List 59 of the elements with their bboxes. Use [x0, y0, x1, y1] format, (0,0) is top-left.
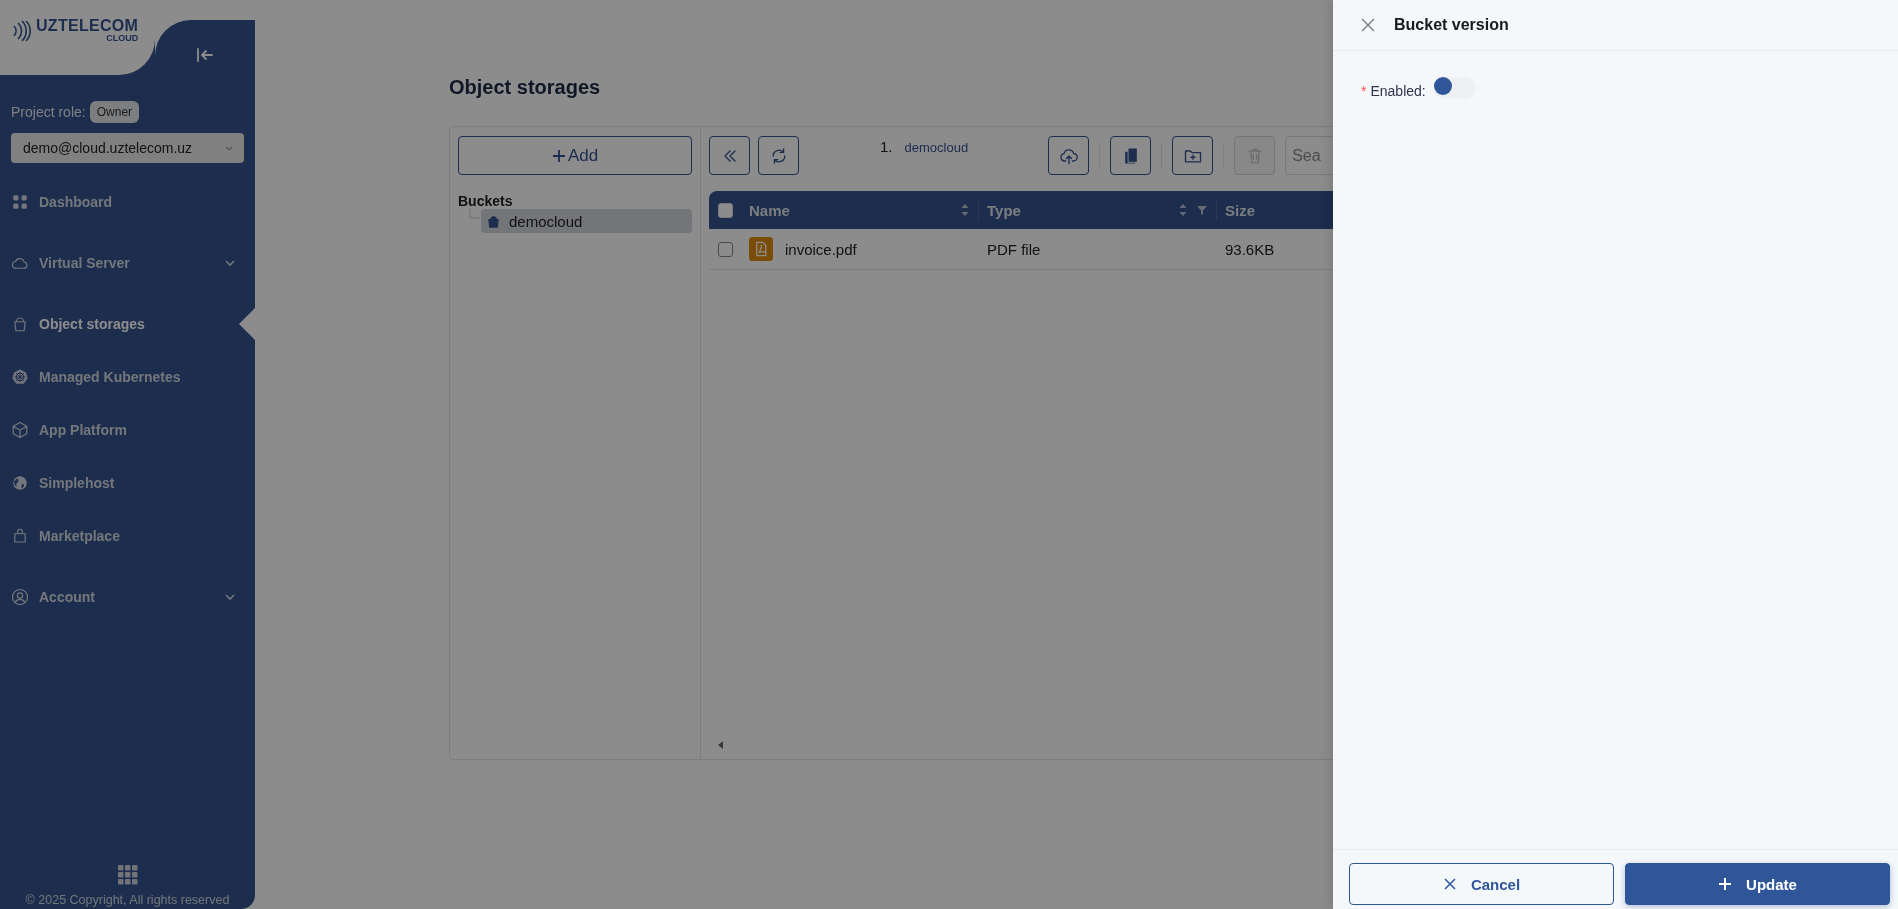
nav-item[interactable]: Simplehost: [0, 456, 255, 509]
add-button[interactable]: Add: [458, 136, 692, 175]
sort-icon: [1178, 203, 1188, 217]
bag-icon: [11, 526, 29, 545]
role-badge: Owner: [89, 101, 140, 123]
close-icon: [1442, 877, 1457, 891]
role-label: Project role:: [11, 104, 86, 120]
grid-icon: [11, 192, 29, 211]
file-name[interactable]: invoice.pdf: [785, 240, 857, 258]
tree-heading: Buckets: [458, 193, 514, 209]
refresh-button[interactable]: [758, 136, 799, 175]
breadcrumb-number: 1.: [880, 138, 893, 155]
update-button[interactable]: Update: [1625, 863, 1890, 905]
globe-icon: [11, 473, 29, 492]
folder-plus-button[interactable]: [1172, 136, 1214, 175]
tree-item[interactable]: democloud: [481, 209, 692, 233]
sort-icon: [960, 203, 970, 217]
column-header[interactable]: Name: [741, 200, 979, 220]
select-all-checkbox[interactable]: [717, 202, 733, 218]
nav-item[interactable]: App Platform: [0, 403, 255, 456]
logo-name: UZTELECOM: [36, 18, 139, 34]
nav-item[interactable]: Marketplace: [0, 509, 255, 562]
arrow-to-line-icon: [196, 46, 214, 64]
nav-item[interactable]: Managed Kubernetes: [0, 350, 255, 403]
close-icon: [1361, 18, 1375, 32]
cloud-upload-button[interactable]: [1048, 136, 1090, 175]
breadcrumb-link[interactable]: democloud: [904, 140, 969, 155]
cube-icon: [11, 420, 29, 439]
drawer-title: Bucket version: [1394, 16, 1509, 34]
nav-item[interactable]: Virtual Server: [0, 228, 255, 297]
documents-button[interactable]: [1110, 136, 1152, 175]
toggle-switch[interactable]: [1433, 77, 1476, 99]
nav-item[interactable]: Dashboard: [0, 175, 255, 228]
table-cell-text: 93.6KB: [1224, 240, 1276, 258]
project-select[interactable]: demo@cloud.uztelecom.uz: [11, 133, 244, 163]
bucket-icon: [487, 214, 500, 228]
close-button[interactable]: [1361, 18, 1375, 32]
user-icon: [11, 587, 29, 606]
required-mark: *: [1361, 83, 1367, 99]
signal-arcs-icon: [10, 19, 34, 42]
filter-icon: [1196, 204, 1208, 216]
table-cell-text: PDF file: [986, 240, 1042, 258]
apps-grid-icon: [117, 865, 138, 885]
row-checkbox[interactable]: [717, 241, 733, 257]
double-chevron-button[interactable]: [709, 136, 750, 175]
column-header[interactable]: Type: [979, 200, 1217, 220]
scroll-left-icon: [717, 741, 725, 749]
nav-item[interactable]: Account: [0, 562, 255, 631]
wheel-icon: [11, 367, 29, 386]
pdf-file-icon: [749, 237, 773, 261]
bucket-icon: [11, 314, 29, 333]
logo-subtitle: CLOUD: [106, 34, 139, 43]
page-title: Object storages: [449, 76, 601, 99]
cancel-button[interactable]: Cancel: [1349, 863, 1614, 905]
nav-item[interactable]: Object storages: [0, 297, 255, 350]
plus-icon: [551, 148, 566, 163]
field-label: Enabled:: [1370, 83, 1426, 99]
plus-icon: [1718, 877, 1733, 891]
copyright-text: © 2025 Copyright, All rights reserved: [25, 893, 230, 907]
